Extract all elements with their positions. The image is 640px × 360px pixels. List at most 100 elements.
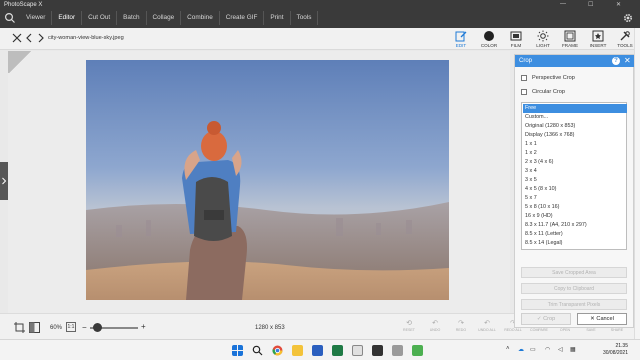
menu-create-gif[interactable]: Create GIF bbox=[220, 11, 265, 25]
app-title: PhotoScape X bbox=[4, 2, 43, 8]
start-icon[interactable] bbox=[232, 345, 243, 356]
list-item[interactable]: 5 x 7 bbox=[523, 194, 627, 203]
circular-crop-checkbox[interactable] bbox=[521, 89, 527, 95]
frame-icon bbox=[564, 30, 576, 42]
zoom-out-icon[interactable]: − bbox=[82, 323, 87, 332]
chevron-left-icon[interactable] bbox=[24, 33, 34, 43]
photos-icon[interactable] bbox=[412, 345, 423, 356]
undo-icon: ↶ bbox=[432, 320, 438, 327]
tool-insert[interactable]: INSERT bbox=[585, 28, 611, 50]
canvas-corner-marker bbox=[8, 51, 32, 73]
crop-ok-button[interactable]: ✓ Crop bbox=[521, 313, 571, 325]
maximize-button[interactable]: ☐ bbox=[588, 1, 593, 8]
undo-all-button[interactable]: ↶ UNDO ALL bbox=[476, 319, 498, 332]
cloud-icon[interactable]: ☁ bbox=[518, 346, 524, 353]
side-panel-toggle[interactable] bbox=[0, 162, 8, 200]
list-item[interactable]: Free bbox=[523, 104, 627, 113]
wifi-icon[interactable]: ◠ bbox=[545, 346, 550, 353]
search-icon[interactable] bbox=[4, 12, 16, 24]
list-item[interactable]: Original (1280 x 853) bbox=[523, 122, 627, 131]
minimize-button[interactable]: — bbox=[560, 1, 566, 7]
crop-panel-title: Crop bbox=[519, 58, 533, 64]
menu-tools[interactable]: Tools bbox=[291, 11, 319, 25]
redo-button[interactable]: ↷ REDO bbox=[450, 319, 472, 332]
list-item[interactable]: 2 x 3 (4 x 6) bbox=[523, 158, 627, 167]
chevron-up-icon[interactable]: ˄ bbox=[506, 346, 510, 352]
split-view-icon[interactable] bbox=[29, 322, 40, 333]
menu-cut-out[interactable]: Cut Out bbox=[82, 11, 118, 25]
crop-grid-icon[interactable] bbox=[14, 322, 25, 333]
list-item[interactable]: 16 x 9 (HD) bbox=[523, 212, 627, 221]
cancel-button[interactable]: ✕ Cancel bbox=[577, 313, 627, 325]
chevron-right-icon bbox=[2, 177, 7, 185]
word-icon[interactable] bbox=[312, 345, 323, 356]
settings-icon[interactable] bbox=[392, 345, 403, 356]
excel-icon[interactable] bbox=[332, 345, 343, 356]
list-item[interactable]: 8.5 x 11 (Letter) bbox=[523, 230, 627, 239]
reset-icon: ⟲ bbox=[406, 320, 412, 327]
share-label: SHARE bbox=[610, 328, 624, 332]
photo[interactable] bbox=[86, 60, 449, 300]
close-icon[interactable] bbox=[12, 33, 22, 43]
clock[interactable]: 21.35 30/08/2021 bbox=[588, 343, 628, 357]
list-item[interactable]: 3 x 5 bbox=[523, 176, 627, 185]
gear-icon[interactable] bbox=[622, 12, 634, 24]
photoscape-icon[interactable] bbox=[372, 345, 383, 356]
list-item[interactable]: 8.3 x 11.7 (A4, 210 x 297) bbox=[523, 221, 627, 230]
insert-icon bbox=[592, 30, 604, 42]
tool-film[interactable]: FILM bbox=[503, 28, 529, 50]
menu-viewer[interactable]: Viewer bbox=[20, 11, 53, 25]
list-item[interactable]: Display (1366 x 768) bbox=[523, 131, 627, 140]
battery-icon[interactable]: ▭ bbox=[530, 346, 536, 353]
list-item[interactable]: 1 x 1 bbox=[523, 140, 627, 149]
undo-button[interactable]: ↶ UNDO bbox=[424, 319, 446, 332]
close-icon[interactable]: ✕ bbox=[624, 56, 631, 65]
zoom-in-icon[interactable]: + bbox=[141, 322, 146, 331]
copy-to-clipboard-button[interactable]: Copy to Clipboard bbox=[521, 283, 627, 294]
menu-editor[interactable]: Editor bbox=[52, 11, 83, 25]
app-icon[interactable] bbox=[352, 345, 363, 356]
tool-edit[interactable]: EDIT bbox=[448, 28, 474, 50]
tools-icon bbox=[620, 31, 630, 41]
help-icon[interactable]: ? bbox=[612, 57, 620, 65]
undo-all-label: UNDO ALL bbox=[478, 328, 496, 332]
compare-label: COMPARE bbox=[530, 328, 548, 332]
actual-size-button[interactable]: 1:1 bbox=[66, 322, 76, 332]
list-item[interactable]: 5 x 8 (10 x 16) bbox=[523, 203, 627, 212]
x-icon: ✕ bbox=[590, 316, 595, 322]
keyboard-icon[interactable]: ▦ bbox=[570, 346, 576, 353]
window-close-button[interactable]: ✕ bbox=[616, 1, 621, 8]
list-item[interactable]: 3 x 4 bbox=[523, 167, 627, 176]
trim-transparent-pixels-button[interactable]: Trim Transparent Pixels bbox=[521, 299, 627, 310]
perspective-crop-checkbox[interactable] bbox=[521, 75, 527, 81]
search-icon[interactable] bbox=[252, 345, 263, 356]
chevron-right-icon[interactable] bbox=[36, 33, 46, 43]
tool-light[interactable]: LIGHT bbox=[530, 28, 556, 50]
chrome-icon[interactable] bbox=[272, 345, 283, 356]
reset-label: RESET bbox=[403, 328, 415, 332]
open-label: OPEN bbox=[559, 328, 571, 332]
speaker-icon[interactable]: ◁ bbox=[558, 346, 563, 353]
list-item[interactable]: Custom... bbox=[523, 113, 627, 122]
tool-color[interactable]: COLOR bbox=[476, 28, 502, 50]
list-item[interactable]: 1 x 2 bbox=[523, 149, 627, 158]
folder-icon[interactable] bbox=[292, 345, 303, 356]
save-cropped-area-button[interactable]: Save Cropped Area bbox=[521, 267, 627, 278]
crop-ratio-list[interactable]: Free Custom... Original (1280 x 853) Dis… bbox=[521, 102, 627, 250]
file-name: city-woman-view-blue-sky.jpeg bbox=[48, 35, 124, 41]
crop-panel: Crop ? ✕ Perspective Crop Circular Crop … bbox=[514, 54, 635, 328]
list-item[interactable]: 4 x 5 (8 x 10) bbox=[523, 185, 627, 194]
menu-combine[interactable]: Combine bbox=[181, 11, 220, 25]
check-icon: ✓ bbox=[536, 316, 542, 322]
menu-collage[interactable]: Collage bbox=[147, 11, 182, 25]
zoom-percent: 60% bbox=[50, 325, 63, 331]
tool-frame[interactable]: FRAME bbox=[557, 28, 583, 50]
tool-insert-label: INSERT bbox=[589, 43, 607, 48]
menu-print[interactable]: Print bbox=[264, 11, 291, 25]
edit-icon bbox=[455, 31, 467, 42]
list-item[interactable]: 8.5 x 14 (Legal) bbox=[523, 239, 627, 248]
reset-button[interactable]: ⟲ RESET bbox=[398, 319, 420, 332]
menu-batch[interactable]: Batch bbox=[117, 11, 147, 25]
zoom-slider-knob[interactable] bbox=[92, 323, 102, 332]
tool-frame-label: FRAME bbox=[561, 43, 579, 48]
